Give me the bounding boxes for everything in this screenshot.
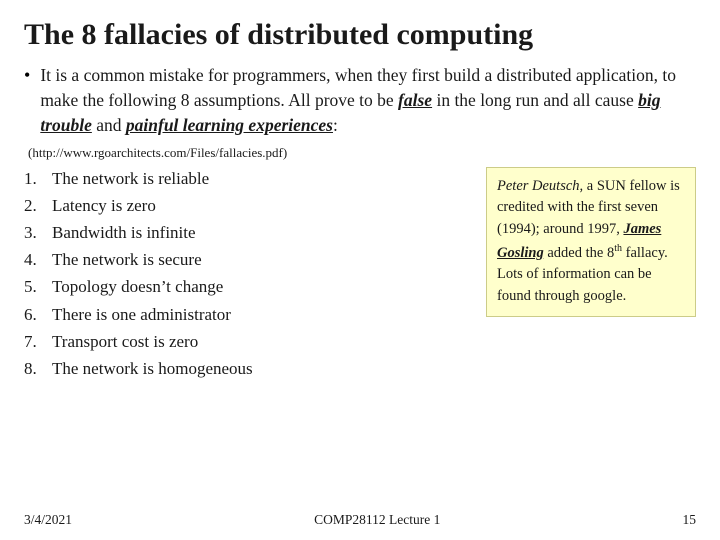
list-num: 1. — [24, 165, 46, 192]
list-item: 7.Transport cost is zero — [24, 328, 470, 355]
sidebar-peter: Peter Deutsch, — [497, 178, 583, 194]
sidebar-text2: added the 8 — [544, 245, 614, 261]
list-item: 4.The network is secure — [24, 246, 470, 273]
main-content: 1.The network is reliable2.Latency is ze… — [24, 165, 696, 383]
intro-text-part3: and — [92, 115, 126, 135]
list-section: 1.The network is reliable2.Latency is ze… — [24, 165, 470, 383]
list-num: 4. — [24, 246, 46, 273]
title: The 8 fallacies of distributed computing — [24, 18, 696, 53]
footer: 3/4/2021 COMP28112 Lecture 1 15 — [24, 512, 696, 528]
footer-page: 15 — [683, 512, 697, 528]
intro-false: false — [398, 90, 432, 110]
list-num: 7. — [24, 328, 46, 355]
list-item: 1.The network is reliable — [24, 165, 470, 192]
list-text: Latency is zero — [52, 192, 156, 219]
list-num: 2. — [24, 192, 46, 219]
list-text: The network is secure — [52, 246, 202, 273]
list-text: There is one administrator — [52, 301, 231, 328]
list-text: Bandwidth is infinite — [52, 219, 196, 246]
list-item: 3.Bandwidth is infinite — [24, 219, 470, 246]
footer-course: COMP28112 Lecture 1 — [314, 512, 440, 528]
intro-text-part4: : — [333, 115, 338, 135]
list-text: The network is reliable — [52, 165, 209, 192]
list-num: 3. — [24, 219, 46, 246]
list-item: 6.There is one administrator — [24, 301, 470, 328]
sidebar-sup: th — [614, 243, 622, 254]
list-num: 5. — [24, 273, 46, 300]
list-text: The network is homogeneous — [52, 355, 253, 382]
list-item: 5.Topology doesn’t change — [24, 273, 470, 300]
fallacies-list: 1.The network is reliable2.Latency is ze… — [24, 165, 470, 383]
list-item: 8.The network is homogeneous — [24, 355, 470, 382]
list-text: Topology doesn’t change — [52, 273, 223, 300]
source-line: (http://www.rgoarchitects.com/Files/fall… — [28, 145, 696, 161]
list-text: Transport cost is zero — [52, 328, 198, 355]
intro-text-part2: in the long run and all cause — [432, 90, 638, 110]
intro-painful: painful learning experiences — [126, 115, 333, 135]
intro-block: • It is a common mistake for programmers… — [24, 63, 696, 139]
bullet-dot: • — [24, 65, 30, 86]
list-item: 2.Latency is zero — [24, 192, 470, 219]
footer-date: 3/4/2021 — [24, 512, 72, 528]
list-num: 8. — [24, 355, 46, 382]
sidebar-box: Peter Deutsch, a SUN fellow is credited … — [486, 167, 696, 317]
intro-text: It is a common mistake for programmers, … — [40, 63, 696, 139]
list-num: 6. — [24, 301, 46, 328]
